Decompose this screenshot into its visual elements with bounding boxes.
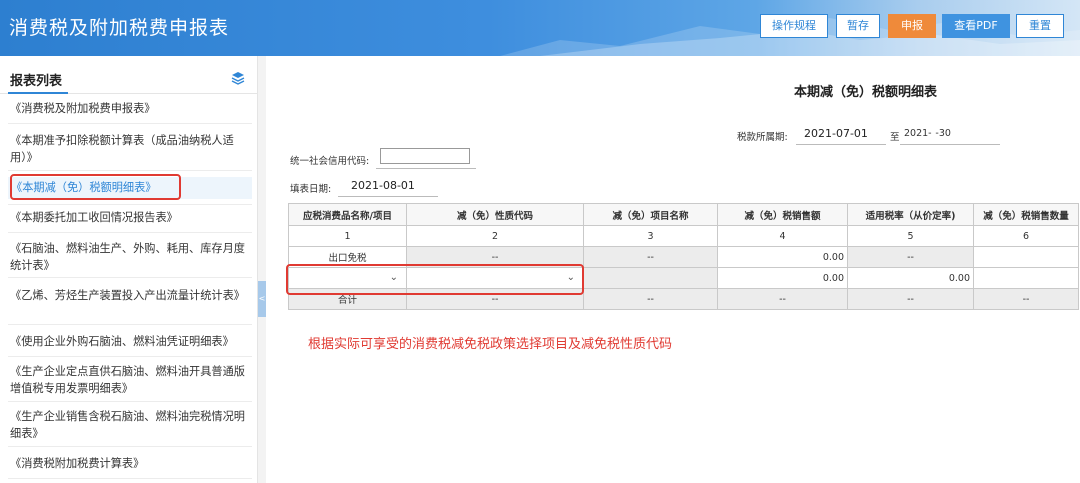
annotation-highlight-box xyxy=(286,264,584,295)
table-cell: -- xyxy=(847,246,974,268)
table-header-cell: 减（免）项目名称 xyxy=(583,203,718,226)
table-cell: 1 xyxy=(288,225,407,247)
sidebar-separator xyxy=(8,170,252,171)
sidebar-separator xyxy=(8,401,252,402)
period-label: 税款所属期: xyxy=(737,132,788,143)
period-start-underline xyxy=(796,144,886,145)
sidebar-separator xyxy=(8,446,252,447)
view-pdf-button[interactable]: 查看PDF xyxy=(942,14,1010,38)
sidebar-separator xyxy=(8,232,252,233)
table-header-cell: 应税消费品名称/项目 xyxy=(288,203,407,226)
sidebar-item-main-return[interactable]: 《消费税及附加税费申报表》 xyxy=(10,100,250,117)
table-cell-input[interactable]: 0.00 xyxy=(847,267,974,289)
sidebar-item-tax-paid-sales[interactable]: 《生产企业销售含税石脑油、燃料油完税情况明细表》 xyxy=(10,408,250,442)
report-list-sidebar: 报表列表 《消费税及附加税费申报表》 《本期准予扣除税额计算表（成品油纳税人适用… xyxy=(0,56,258,483)
sidebar-item-ethylene[interactable]: 《乙烯、芳烃生产装置投入产出流量计统计表》 xyxy=(10,287,250,304)
instruction-note: 根据实际可享受的消费税减免税政策选择项目及减免税性质代码 xyxy=(308,337,673,352)
form-area: 本期减（免）税额明细表 税款所属期: 2021-07-01 至 2021- -3… xyxy=(266,56,1080,483)
table-row-numbers: 1 2 3 4 5 6 xyxy=(288,225,1079,247)
period-end-underline xyxy=(900,144,1000,145)
sidebar-collapse-handle[interactable]: < xyxy=(258,281,266,317)
table-cell-input[interactable]: 0.00 xyxy=(717,246,848,268)
sidebar-item-surcharge[interactable]: 《消费税附加税费计算表》 xyxy=(10,455,250,472)
sidebar-scrollbar[interactable] xyxy=(258,56,266,483)
table-cell: -- xyxy=(583,246,718,268)
reset-button[interactable]: 重置 xyxy=(1016,14,1064,38)
sidebar-separator xyxy=(8,277,252,278)
app-header: 消费税及附加税费申报表 操作规程 暂存 申报 查看PDF 重置 xyxy=(0,0,1080,56)
sidebar-separator xyxy=(8,356,252,357)
table-cell: -- xyxy=(847,288,974,310)
period-start-field[interactable]: 2021-07-01 xyxy=(804,127,868,140)
sidebar-item-direct-supply[interactable]: 《生产企业定点直供石脑油、燃料油开具普通版增值税专用发票明细表》 xyxy=(10,363,250,397)
guide-button[interactable]: 操作规程 xyxy=(760,14,828,38)
table-cell: -- xyxy=(717,288,848,310)
sidebar-header: 报表列表 xyxy=(0,64,258,94)
form-title: 本期减（免）税额明细表 xyxy=(794,85,938,100)
table-header-cell: 减（免）税销售额 xyxy=(717,203,848,226)
table-cell: 6 xyxy=(973,225,1079,247)
table-cell: 4 xyxy=(717,225,848,247)
table-cell: 3 xyxy=(583,225,718,247)
sidebar-item-deduction[interactable]: 《本期准予扣除税额计算表（成品油纳税人适用）》 xyxy=(10,132,250,166)
table-header-cell: 减（免）税销售数量 xyxy=(973,203,1079,226)
table-header-cell: 适用税率（从价定率) xyxy=(847,203,974,226)
table-cell-input[interactable] xyxy=(973,267,1079,289)
app-title: 消费税及附加税费申报表 xyxy=(9,17,230,39)
sidebar-separator xyxy=(8,204,252,205)
sidebar-item-naphtha-stats[interactable]: 《石脑油、燃料油生产、外购、耗用、库存月度统计表》 xyxy=(10,240,250,274)
fill-date-field[interactable]: 2021-08-01 xyxy=(351,179,415,192)
table-cell xyxy=(583,267,718,289)
sidebar-title-underline xyxy=(8,92,68,94)
credit-code-underline xyxy=(376,168,476,169)
annotation-highlight-box xyxy=(10,174,181,200)
fill-date-underline xyxy=(338,196,438,197)
sidebar-item-purchase-voucher[interactable]: 《使用企业外购石脑油、燃料油凭证明细表》 xyxy=(10,333,250,350)
sidebar-separator xyxy=(8,123,252,124)
table-cell: 5 xyxy=(847,225,974,247)
submit-button[interactable]: 申报 xyxy=(888,14,936,38)
fill-date-label: 填表日期: xyxy=(290,184,332,195)
table-cell: -- xyxy=(973,288,1079,310)
period-end-field[interactable]: 2021- -30 xyxy=(904,128,951,139)
table-cell: 2 xyxy=(406,225,584,247)
table-cell-input[interactable]: 0.00 xyxy=(717,267,848,289)
period-to-label: 至 xyxy=(890,132,900,143)
sidebar-separator xyxy=(8,478,252,479)
credit-code-input[interactable] xyxy=(380,148,470,164)
table-cell-input[interactable] xyxy=(973,246,1079,268)
table-header-row: 应税消费品名称/项目 减（免）性质代码 减（免）项目名称 减（免）税销售额 适用… xyxy=(288,203,1079,226)
save-draft-button[interactable]: 暂存 xyxy=(836,14,880,38)
sidebar-item-processing[interactable]: 《本期委托加工收回情况报告表》 xyxy=(10,209,250,226)
credit-code-label: 统一社会信用代码: xyxy=(290,156,370,167)
table-cell: -- xyxy=(583,288,718,310)
table-header-cell: 减（免）性质代码 xyxy=(406,203,584,226)
sidebar-separator xyxy=(8,324,252,325)
sidebar-title: 报表列表 xyxy=(10,74,63,89)
layers-icon[interactable] xyxy=(231,71,245,85)
